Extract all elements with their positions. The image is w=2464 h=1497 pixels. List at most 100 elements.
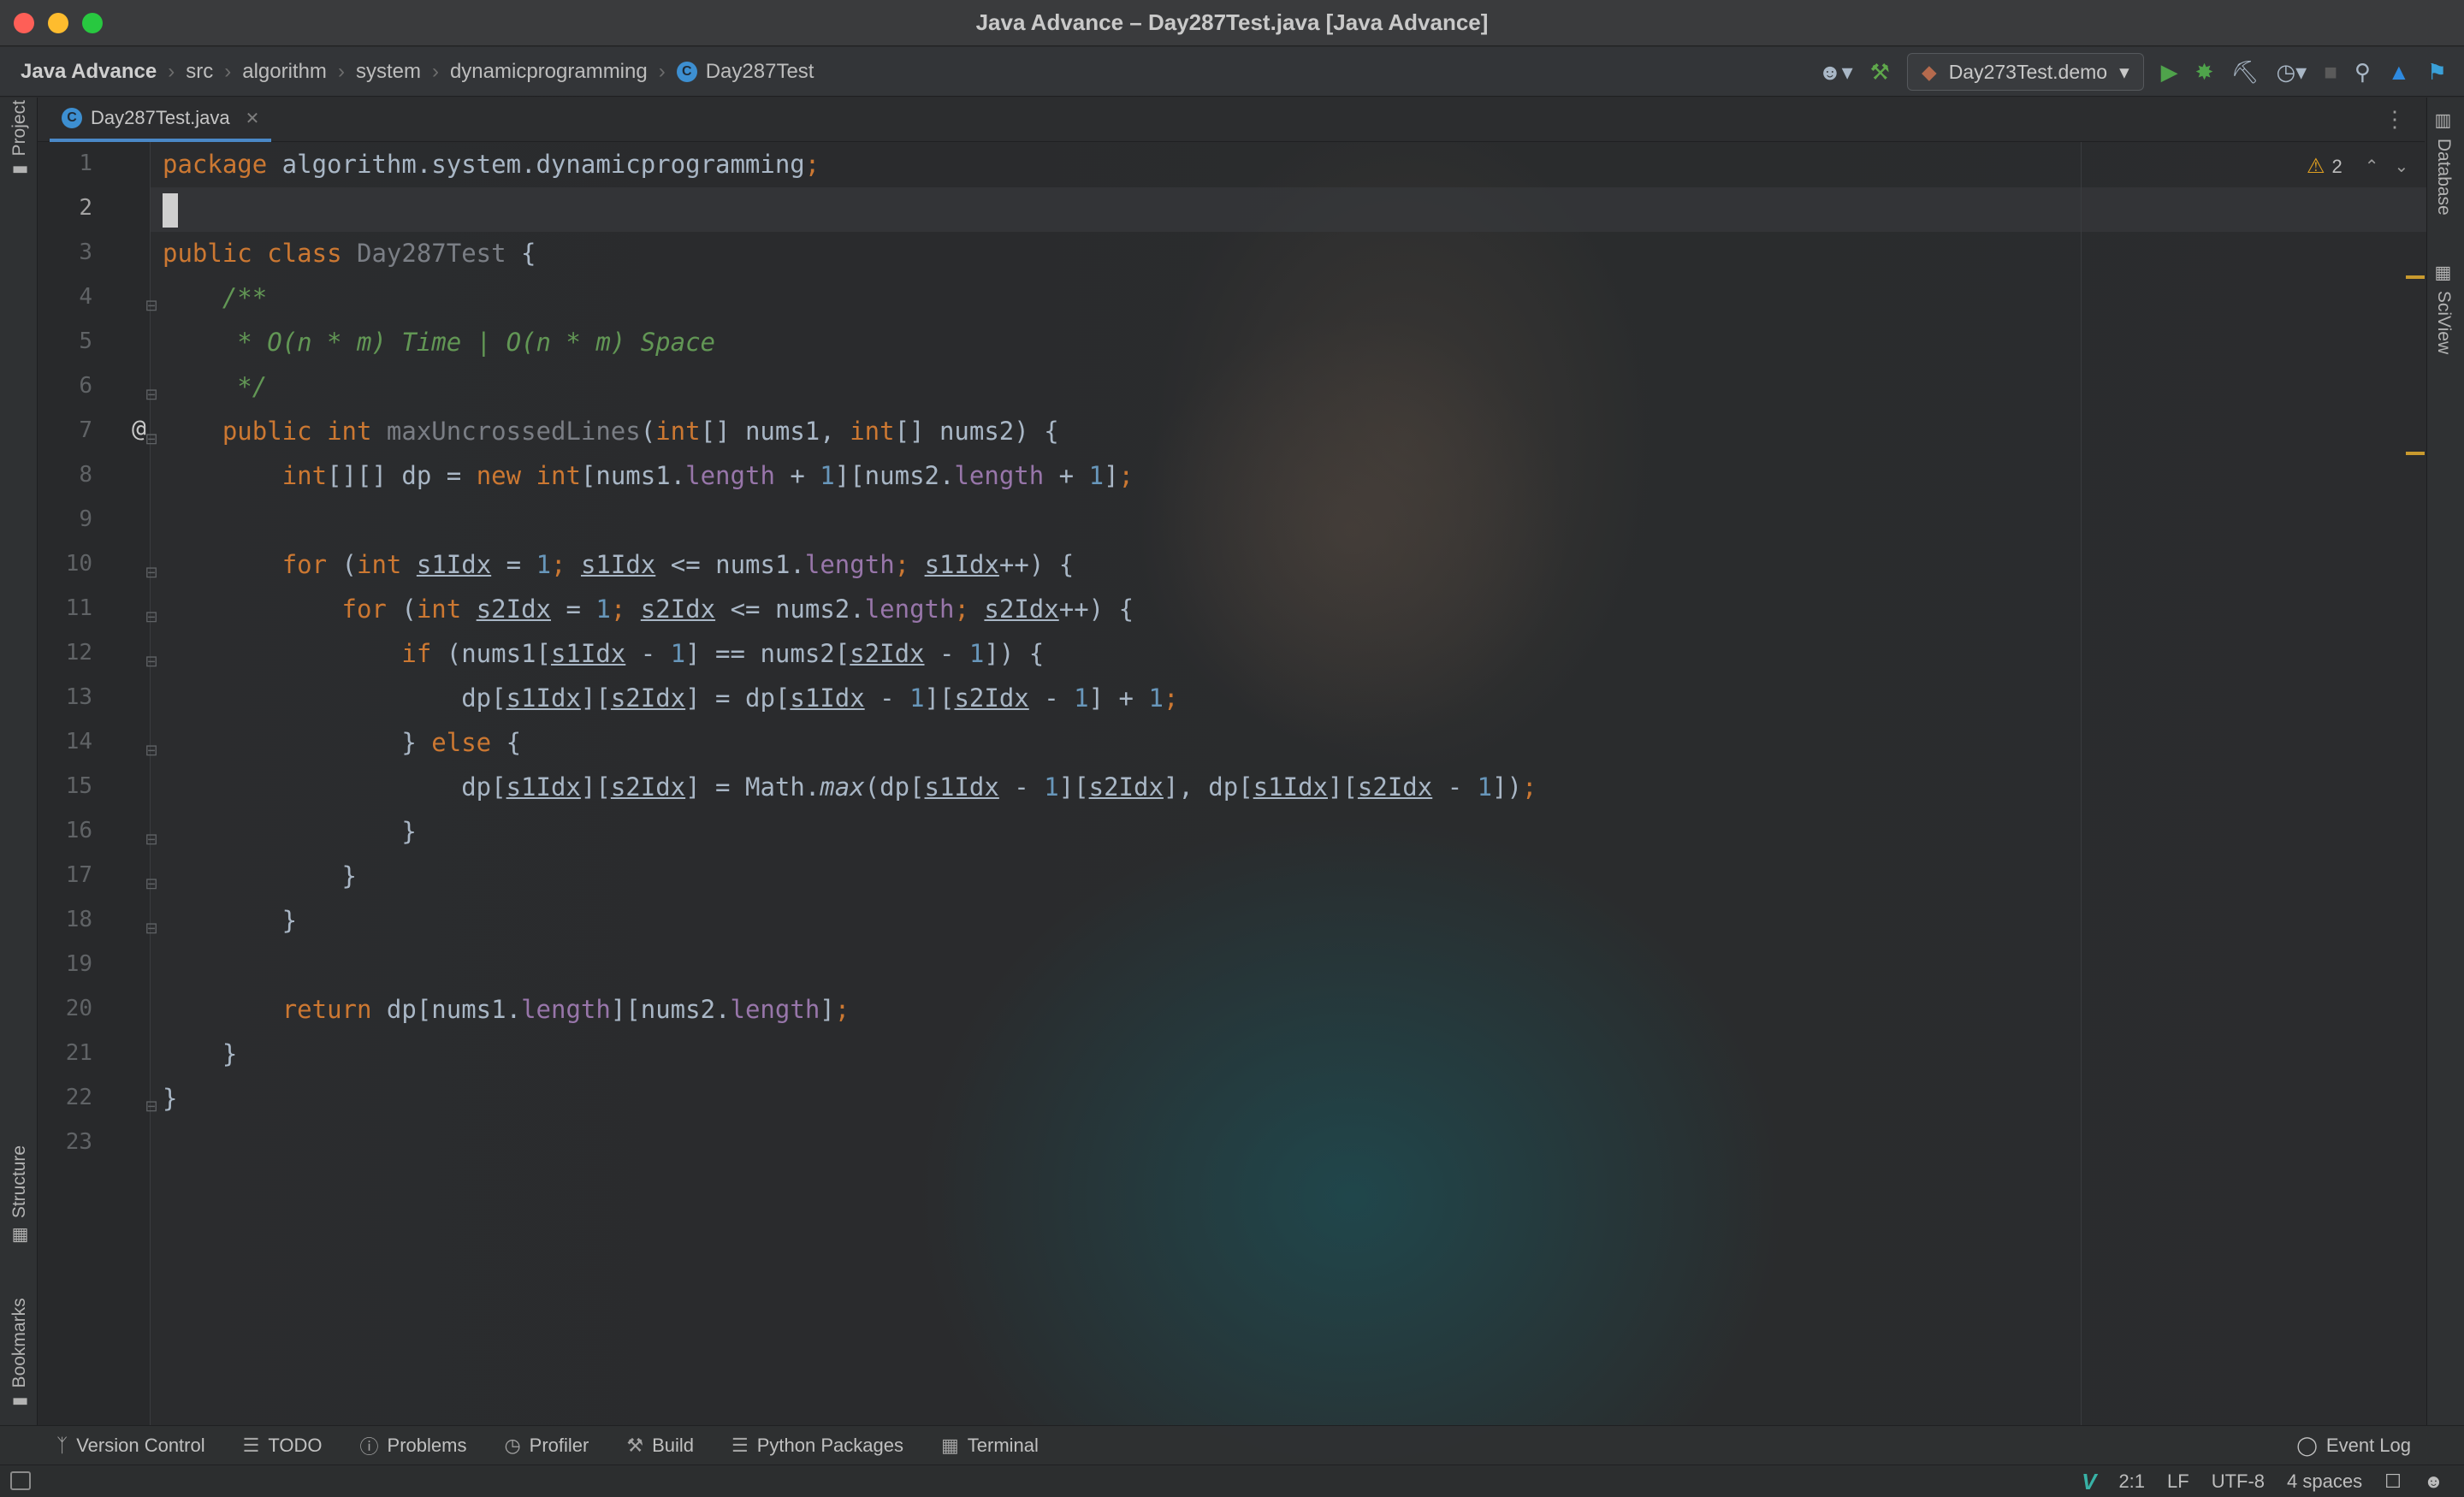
token: s1Idx (416, 550, 492, 579)
project-tool-tab[interactable]: ▮ Project (9, 100, 30, 175)
code-line-12: if (nums1[s1Idx - 1] == nums2[s2Idx - 1]… (163, 631, 1044, 676)
token: s2Idx (610, 772, 686, 802)
tool-label: Python Packages (756, 1434, 903, 1456)
run-configuration-selector[interactable]: ◆ Day273Test.demo ▾ (1906, 53, 2144, 91)
tool-terminal[interactable]: ▦ Terminal (941, 1435, 1039, 1457)
list-icon: ☰ (242, 1434, 260, 1456)
breadcrumb-src[interactable]: src (186, 60, 213, 84)
warning-stripe-marker[interactable] (2406, 275, 2425, 279)
breadcrumb-algorithm[interactable]: algorithm (242, 60, 327, 84)
token: - (864, 683, 910, 713)
code-editor[interactable]: package algorithm.system.dynamicprogramm… (151, 142, 2426, 1425)
coverage-icon[interactable]: ⛏ (2230, 59, 2259, 86)
profile-icon[interactable]: ◷▾ (2276, 59, 2307, 86)
tool-label: Terminal (967, 1434, 1039, 1456)
profiler-icon: ◷ (504, 1434, 521, 1456)
sciview-tool-tab[interactable]: ▦ SciView (2433, 265, 2455, 354)
token: ][ (580, 683, 611, 713)
zoom-window-button[interactable] (82, 13, 103, 33)
token: (nums1[ (431, 639, 551, 668)
code-line-18: } (163, 906, 298, 935)
stop-icon[interactable]: ■ (2324, 59, 2337, 86)
bookmarks-tool-tab[interactable]: ▮ Bookmarks (9, 1298, 30, 1406)
warning-count: 2 (2331, 155, 2343, 177)
more-vertical-icon[interactable]: ⋮ (2384, 106, 2406, 133)
token: ][ (1058, 772, 1089, 802)
token: [] nums1, (700, 417, 850, 446)
left-tool-strip: ▮ Project ▦ Structure ▮ Bookmarks (0, 98, 38, 1425)
token: ; (1163, 683, 1179, 713)
structure-tool-tab[interactable]: ▦ Structure (9, 1145, 30, 1244)
build-hammer-icon[interactable]: ⚒ (1870, 59, 1890, 86)
token: + (1044, 461, 1089, 490)
inspection-widget[interactable]: ⚠ 2 ⌃ ⌄ (2307, 154, 2408, 179)
minimize-window-button[interactable] (48, 13, 68, 33)
token: 1 (536, 550, 552, 579)
code-line-4: /** (163, 283, 268, 312)
vim-indicator-icon[interactable]: V (2082, 1469, 2096, 1495)
token: ] + (1088, 683, 1149, 713)
tab-day287test[interactable]: C Day287Test.java ✕ (50, 98, 272, 142)
tool-version-control[interactable]: ᛉ Version Control (56, 1435, 205, 1457)
chevron-down-icon[interactable]: ⌄ (2395, 156, 2409, 177)
event-log-label: Event Log (2325, 1435, 2411, 1456)
line-number: 16 (65, 818, 92, 843)
tool-todo[interactable]: ☰ TODO (243, 1435, 323, 1457)
close-icon[interactable]: ✕ (246, 108, 260, 129)
token: 1 (595, 595, 611, 624)
status-widgets: V 2:1 LF UTF-8 4 spaces ☐ ☻ (2082, 1465, 2443, 1497)
breadcrumb-project[interactable]: Java Advance (21, 60, 157, 84)
code-line-17: } (163, 861, 357, 891)
line-number: 5 (79, 328, 92, 354)
file-encoding[interactable]: UTF-8 (2212, 1470, 2265, 1493)
main-toolbar: ☻▾ ⚒ ◆ Day273Test.demo ▾ ▶ ✸ ⛏ ◷▾ ■ ⚲ ▲ … (1818, 47, 2447, 97)
speech-bubble-icon: ◯ (2296, 1435, 2318, 1456)
line-number: 12 (65, 640, 92, 666)
tool-python-packages[interactable]: ☰ Python Packages (732, 1435, 903, 1457)
lock-icon[interactable]: ☐ (2384, 1470, 2402, 1493)
code-line-6: */ (163, 372, 268, 401)
event-log-button[interactable]: ◯ Event Log (2296, 1426, 2411, 1465)
token: ] (820, 995, 835, 1024)
database-tool-tab[interactable]: ▤ Database (2433, 113, 2455, 216)
editor-gutter: 1 2 3 4 5 6 7 8 9 10 11 12 13 14 15 16 1… (38, 142, 158, 1425)
line-number: 21 (65, 1040, 92, 1066)
toggle-tool-windows-icon[interactable] (10, 1471, 31, 1490)
token: maxUncrossedLines (371, 417, 641, 446)
token: length (521, 995, 611, 1024)
token: ] == nums2[ (685, 639, 850, 668)
breadcrumb-class[interactable]: C Day287Test (676, 60, 814, 84)
update-icon[interactable]: ▲ (2388, 59, 2410, 86)
token: s2Idx (850, 639, 925, 668)
account-icon[interactable]: ☻▾ (1818, 59, 1852, 86)
token: class (252, 239, 342, 268)
warning-stripe-marker[interactable] (2406, 452, 2425, 455)
structure-icon: ▦ (9, 1227, 29, 1244)
search-icon[interactable]: ⚲ (2354, 59, 2371, 86)
line-number: 19 (65, 951, 92, 977)
inspector-icon[interactable]: ☻ (2424, 1470, 2443, 1493)
line-separator[interactable]: LF (2167, 1470, 2189, 1493)
breadcrumb-system[interactable]: system (356, 60, 421, 84)
token: = (551, 595, 596, 624)
token: s1Idx (1253, 772, 1328, 802)
chevron-up-icon[interactable]: ⌃ (2365, 156, 2379, 177)
tool-profiler[interactable]: ◷ Profiler (504, 1435, 589, 1457)
text-caret (163, 193, 178, 228)
close-window-button[interactable] (14, 13, 34, 33)
token: 1 (1074, 683, 1089, 713)
debug-icon[interactable]: ✸ (2195, 59, 2214, 86)
plugin-icon[interactable]: ⚑ (2427, 59, 2447, 86)
token: ; (551, 550, 566, 579)
token: - (998, 772, 1045, 802)
run-icon[interactable]: ▶ (2161, 59, 2178, 86)
token: ][ (580, 772, 611, 802)
indent-setting[interactable]: 4 spaces (2287, 1470, 2362, 1493)
layers-icon: ☰ (732, 1434, 749, 1456)
tool-build[interactable]: ⚒ Build (626, 1435, 694, 1457)
breadcrumb-dynamicprogramming[interactable]: dynamicprogramming (450, 60, 648, 84)
cursor-position[interactable]: 2:1 (2118, 1470, 2145, 1493)
tool-problems[interactable]: ⓘ Problems (360, 1432, 467, 1459)
